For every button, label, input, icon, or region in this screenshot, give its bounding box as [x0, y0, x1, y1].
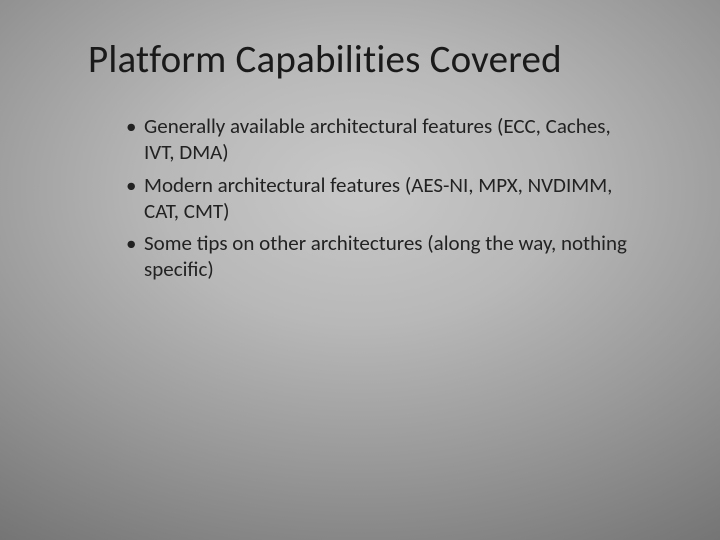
bullet-list: Generally available architectural featur…	[88, 113, 670, 283]
list-item: Modern architectural features (AES-NI, M…	[126, 172, 670, 225]
slide: Platform Capabilities Covered Generally …	[0, 0, 720, 540]
list-item: Generally available architectural featur…	[126, 113, 670, 166]
slide-title: Platform Capabilities Covered	[88, 36, 670, 83]
list-item: Some tips on other architectures (along …	[126, 230, 670, 283]
